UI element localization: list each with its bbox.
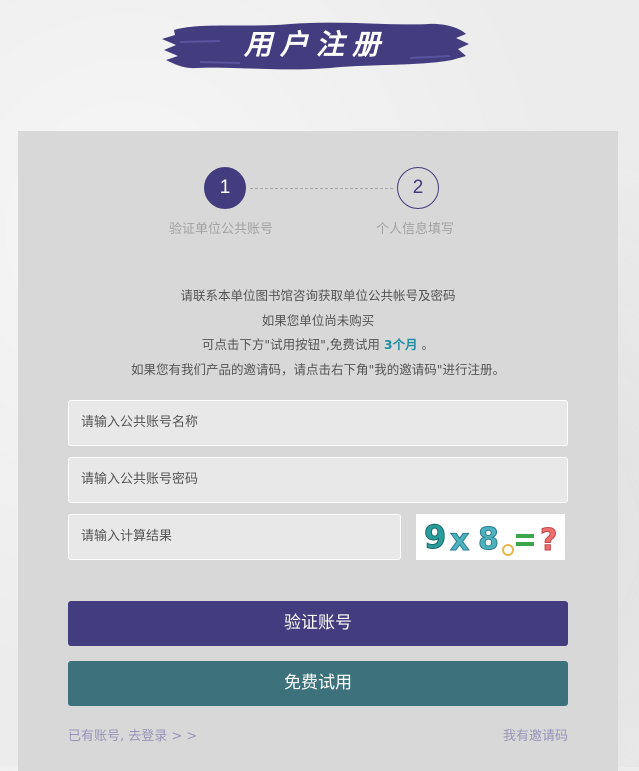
info-line-2: 如果您单位尚未购买 <box>261 313 375 328</box>
svg-text:x: x <box>450 523 469 558</box>
step-2-indicator: 2 <box>397 167 439 209</box>
info-line-3-prefix: 可点击下方"试用按钮",免费试用 <box>201 337 384 352</box>
svg-text:9: 9 <box>424 518 446 556</box>
trial-duration: 3个月 <box>383 337 418 352</box>
account-password-input[interactable]: 请输入公共账号密码 <box>68 457 568 503</box>
step-1-indicator: 1 <box>204 167 246 209</box>
title-banner: 用户注册 <box>160 18 472 74</box>
free-trial-button[interactable]: 免费试用 <box>68 661 568 706</box>
account-name-input[interactable]: 请输入公共账号名称 <box>68 400 568 446</box>
svg-text:8: 8 <box>478 522 499 557</box>
step-2-label: 个人信息填写 <box>376 222 455 237</box>
register-card: 1 2 验证单位公共账号 个人信息填写 请联系本单位图书馆咨询获取单位公共帐号及… <box>18 131 618 771</box>
captcha-image[interactable]: 9 x 8 ? <box>416 514 565 560</box>
step-connector <box>250 188 393 189</box>
info-line-4: 如果您有我们产品的邀请码，请点击右下角"我的邀请码"进行注册。 <box>130 362 505 377</box>
verify-account-button[interactable]: 验证账号 <box>68 601 568 646</box>
step-1-label: 验证单位公共账号 <box>169 222 274 237</box>
info-line-3: 可点击下方"试用按钮",免费试用 3个月 。 <box>18 334 618 353</box>
invite-code-link[interactable]: 我有邀请码 <box>503 725 568 744</box>
captcha-glyphs: 9 x 8 ? <box>424 518 558 559</box>
svg-text:?: ? <box>540 523 557 558</box>
captcha-answer-input[interactable]: 请输入计算结果 <box>68 514 401 560</box>
info-line-1: 请联系本单位图书馆咨询获取单位公共帐号及密码 <box>180 288 456 303</box>
page-title: 用户注册 <box>243 28 388 61</box>
go-login-link[interactable]: 已有账号, 去登录 > > <box>68 725 197 744</box>
info-line-3-suffix: 。 <box>417 337 435 352</box>
